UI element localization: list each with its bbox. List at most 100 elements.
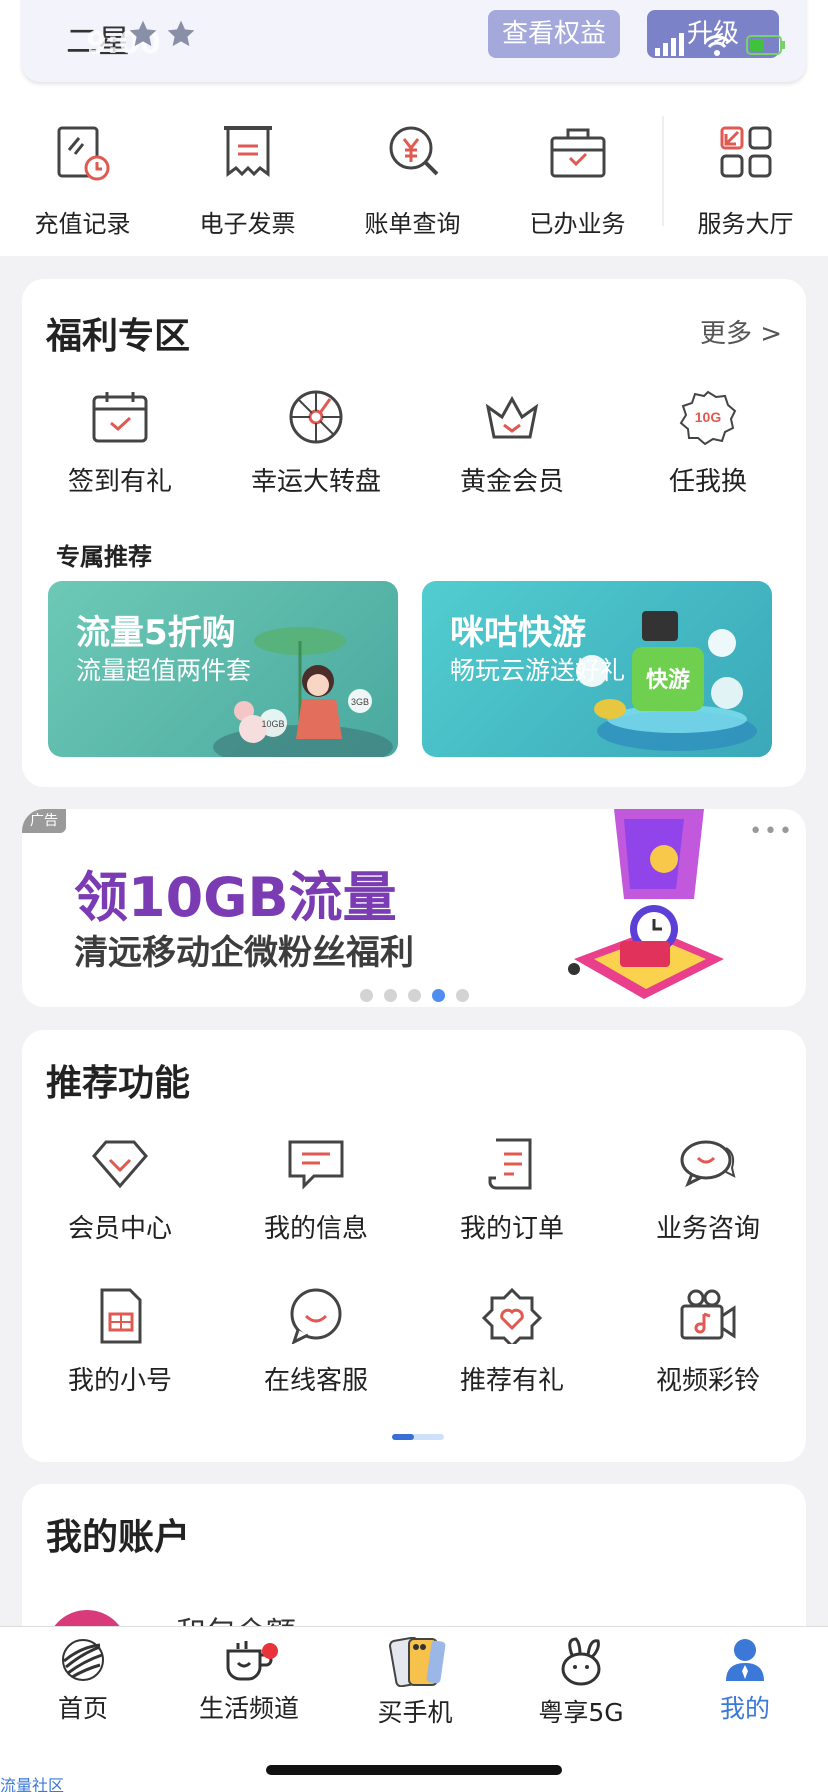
handled-business-icon (550, 128, 605, 178)
tab-mine[interactable]: 我的 (662, 1637, 828, 1747)
service-hall-icon (720, 126, 771, 178)
badge-text: 10G (695, 409, 722, 425)
tab-label: 买手机 (377, 1698, 453, 1727)
welfare-item-label: 黄金会员 (459, 467, 564, 497)
sim-card-icon (100, 1288, 142, 1344)
recommend-item-label: 会员中心 (67, 1214, 172, 1244)
promo-subtitle: 流量超值两件套 (76, 656, 252, 685)
quick-action-e-invoice[interactable]: 电子发票 (165, 92, 330, 256)
quick-actions: 充值记录 电子发票 账单查询 已办业务 服务大厅 (0, 92, 828, 256)
notification-badge (262, 1643, 278, 1659)
recommend-item-label: 我的订单 (459, 1214, 564, 1244)
view-rights-button[interactable]: 查看权益 (488, 10, 620, 58)
user-icon (726, 1639, 764, 1681)
tab-label: 我的 (719, 1694, 770, 1723)
quick-action-label: 已办业务 (529, 210, 626, 238)
promo-card-migu-game[interactable]: 快游 咪咕快游 畅玩云游送好礼 (422, 581, 772, 757)
star-icon (129, 20, 157, 47)
calendar-check-icon (92, 392, 148, 443)
carousel-dot[interactable] (408, 989, 421, 1002)
recommend-item-consult[interactable]: 业务咨询 (610, 1136, 806, 1245)
quick-action-label: 服务大厅 (697, 210, 794, 238)
gb-tag: 10GB (261, 719, 284, 729)
tab-label: 粤享5G (538, 1698, 624, 1727)
carousel-dot[interactable] (456, 989, 469, 1002)
recommend-item-label: 视频彩铃 (655, 1366, 760, 1396)
recommend-item-online-service[interactable]: 在线客服 (218, 1288, 414, 1397)
welfare-item-label: 幸运大转盘 (250, 467, 381, 497)
quick-action-handled-business[interactable]: 已办业务 (495, 92, 660, 256)
account-title: 我的账户 (46, 1517, 191, 1558)
tab-5g[interactable]: 粤享5G (498, 1637, 664, 1747)
welfare-item-exchange[interactable]: 10G 任我换 (610, 389, 806, 498)
tab-label: 首页 (57, 1694, 108, 1723)
crown-icon (485, 395, 539, 439)
exclusive-recommend-title: 专属推荐 (56, 543, 152, 571)
tab-life-channel[interactable]: 生活频道 (166, 1637, 332, 1747)
lucky-wheel-icon (289, 390, 343, 444)
recommend-item-my-message[interactable]: 我的信息 (218, 1136, 414, 1245)
recommend-item-video-ringtone[interactable]: 视频彩铃 (610, 1288, 806, 1397)
quick-action-label: 电子发票 (199, 210, 296, 238)
promo-title: 咪咕快游 (450, 613, 586, 653)
welfare-title: 福利专区 (46, 316, 191, 357)
consult-icon (680, 1140, 736, 1188)
more-options-icon[interactable]: ••• (749, 819, 794, 844)
ad-subtitle: 清远移动企微粉丝福利 (74, 933, 414, 973)
community-link[interactable]: 流量社区 (0, 1772, 64, 1792)
promo-subtitle: 畅玩云游送好礼 (450, 656, 626, 685)
welfare-item-gold-member[interactable]: 黄金会员 (414, 389, 610, 498)
my-message-icon (288, 1140, 344, 1190)
quick-action-service-hall[interactable]: 服务大厅 (663, 92, 828, 256)
welfare-more-link[interactable]: 更多 > (700, 313, 782, 350)
recommend-item-label: 在线客服 (263, 1366, 368, 1396)
carousel-dot-active[interactable] (432, 989, 445, 1002)
quick-action-bill-query[interactable]: 账单查询 (330, 92, 495, 256)
logo-text: 快游 (646, 667, 690, 692)
my-page: 二星 9:00 查看权益 升级 充值记录 电子发票 账单查询 已办业务 服务大厅… (0, 0, 828, 1792)
recommend-item-label: 我的信息 (263, 1214, 368, 1244)
carousel-dot[interactable] (360, 989, 373, 1002)
tab-home[interactable]: 首页 (0, 1637, 166, 1747)
bunny-5g-icon (561, 1637, 601, 1686)
10g-badge-icon: 10G (679, 390, 737, 445)
recommended-title: 推荐功能 (46, 1063, 191, 1104)
recharge-record-icon (57, 126, 109, 181)
recommend-item-recommend-gift[interactable]: 推荐有礼 (414, 1288, 610, 1397)
page-indicator-thumb (392, 1434, 414, 1440)
recommend-item-my-order[interactable]: 我的订单 (414, 1136, 610, 1245)
ad-title: 领10GB流量 (74, 866, 397, 929)
recommend-item-sub-number[interactable]: 我的小号 (22, 1288, 218, 1397)
online-service-icon (290, 1288, 342, 1344)
ad-carousel-dots (360, 987, 480, 1006)
quick-action-recharge-record[interactable]: 充值记录 (0, 92, 165, 256)
star-icon (167, 20, 195, 47)
e-invoice-icon (223, 126, 272, 177)
status-bar-icons (655, 33, 785, 56)
ad-tag: 广告 (22, 809, 66, 833)
phone-icon (389, 1637, 446, 1687)
welfare-item-lucky-wheel[interactable]: 幸运大转盘 (218, 389, 414, 498)
recommend-gift-icon (482, 1288, 542, 1344)
bill-query-icon (389, 126, 438, 176)
china-mobile-logo-icon (62, 1639, 104, 1681)
member-center-icon (92, 1140, 148, 1189)
welfare-item-checkin[interactable]: 签到有礼 (22, 389, 218, 498)
welfare-item-label: 任我换 (668, 467, 747, 497)
gb-tag: 3GB (351, 697, 369, 707)
promo-title: 流量5折购 (76, 613, 236, 653)
recommend-item-member-center[interactable]: 会员中心 (22, 1136, 218, 1245)
carousel-dot[interactable] (384, 989, 397, 1002)
page-indicator (392, 1434, 444, 1440)
welfare-zone-card: 福利专区 更多 > 签到有礼 幸运大转盘 黄金会员 10G 任我换 专属推荐 1… (22, 279, 806, 787)
promo-card-data-discount[interactable]: 10GB 3GB 流量5折购 流量超值两件套 (48, 581, 398, 757)
top-bar: 二星 9:00 查看权益 升级 (0, 0, 828, 92)
tab-buy-phone[interactable]: 买手机 (332, 1637, 498, 1747)
ad-banner[interactable]: 广告 ••• 领10GB流量 清远移动企微粉丝福利 (22, 809, 806, 1007)
my-order-icon (488, 1138, 532, 1190)
ad-illustration (568, 809, 724, 999)
quick-action-label: 充值记录 (34, 210, 131, 238)
recommend-item-label: 我的小号 (67, 1366, 172, 1396)
welfare-item-label: 签到有礼 (67, 467, 172, 497)
video-ringtone-icon (680, 1289, 736, 1340)
